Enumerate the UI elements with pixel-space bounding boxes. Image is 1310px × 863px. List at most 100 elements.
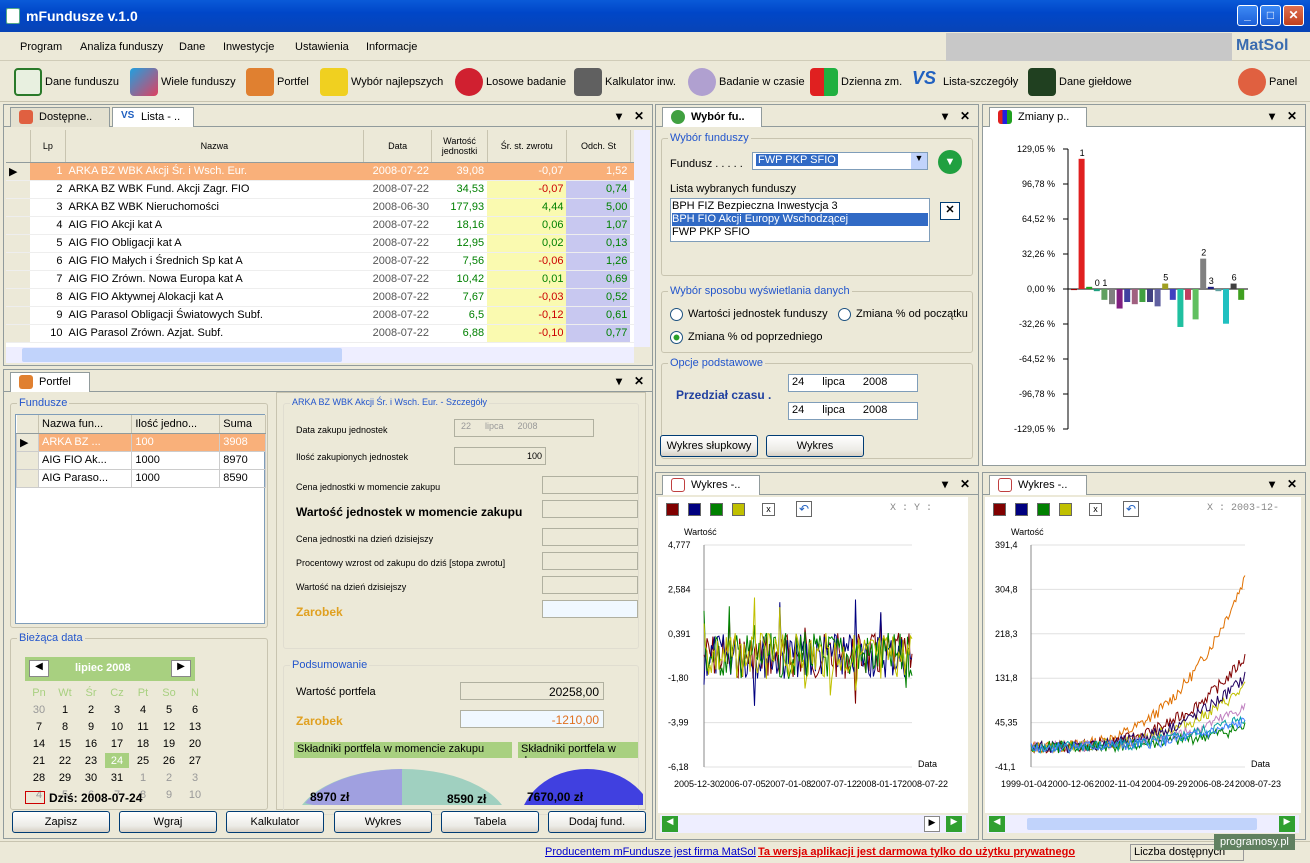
- calendar-day[interactable]: 10: [105, 719, 129, 734]
- ilosc-field[interactable]: 100: [454, 447, 546, 465]
- table-row[interactable]: ▶ 1 ARKA BZ WBK Akcji Śr. i Wsch. Eur. 2008…: [6, 162, 634, 181]
- panel-menu-icon[interactable]: ▾: [942, 109, 948, 123]
- scroll-end-icon[interactable]: ▶: [946, 816, 962, 832]
- calendar-day[interactable]: 2: [157, 770, 181, 785]
- menu-informacje[interactable]: Informacje: [366, 41, 417, 53]
- clear-icon[interactable]: x: [1089, 503, 1102, 516]
- col-data[interactable]: Data: [363, 130, 433, 163]
- table-row[interactable]: ▶ ARKA BZ ... 100 3908: [16, 432, 266, 452]
- tab-wykres2[interactable]: Wykres -..: [989, 475, 1087, 495]
- tool-lista[interactable]: VS Lista-szczegóły: [912, 62, 1018, 102]
- series-color-1[interactable]: [993, 503, 1006, 516]
- menu-inwestycje[interactable]: Inwestycje: [223, 41, 274, 53]
- panel-close-icon[interactable]: ✕: [960, 477, 970, 491]
- list-item[interactable]: BPH FIO Akcji Europy Wschodzącej: [672, 213, 928, 226]
- panel-close-icon[interactable]: ✕: [1287, 477, 1297, 491]
- wykres2-scrollbar[interactable]: ◀ ▶: [987, 815, 1299, 833]
- col-odch[interactable]: Odch. St: [566, 130, 631, 163]
- table-row[interactable]: 10 AIG Parasol Zrówn. Azjat. Subf. 2008-07…: [6, 324, 634, 343]
- panel-menu-icon[interactable]: ▾: [942, 477, 948, 491]
- series-color-4[interactable]: [732, 503, 745, 516]
- tab-lista[interactable]: VS Lista - ..: [112, 107, 194, 127]
- panel-close-icon[interactable]: ✕: [1287, 109, 1297, 123]
- calendar-day[interactable]: 16: [79, 736, 103, 751]
- calendar-day[interactable]: 24: [105, 753, 129, 768]
- undo-icon[interactable]: ↶: [796, 501, 812, 517]
- close-button[interactable]: ✕: [1283, 5, 1304, 26]
- calendar-day[interactable]: 5: [157, 702, 181, 717]
- calendar-day[interactable]: 20: [183, 736, 207, 751]
- menu-ustawienia[interactable]: Ustawienia: [295, 41, 349, 53]
- col-lp[interactable]: Lp: [30, 130, 67, 163]
- table-row[interactable]: 2 ARKA BZ WBK Fund. Akcji Zagr. FIO 2008-0…: [6, 180, 634, 199]
- radio-zmiana-poprzedni[interactable]: [670, 331, 683, 344]
- wykres1-scrollbar[interactable]: ◀ ▶ ▶: [660, 815, 966, 833]
- horizontal-scrollbar[interactable]: [6, 347, 634, 363]
- calendar-day[interactable]: 9: [79, 719, 103, 734]
- lista-wybranych[interactable]: BPH FIZ Bezpieczna Inwestycja 3 BPH FIO …: [670, 198, 930, 242]
- scroll-thumb[interactable]: [1027, 818, 1257, 830]
- panel-close-icon[interactable]: ✕: [634, 374, 644, 388]
- fundusz-select[interactable]: FWP PKP SFIO ▼: [752, 152, 928, 170]
- calendar-grid[interactable]: Pn Wt Śr Cz Pt So N 30 1 2 3 4 5 6 7 8 9 10 11 12 13 14 15 16 17…: [25, 683, 209, 804]
- calendar-day[interactable]: 4: [131, 702, 155, 717]
- calendar-day[interactable]: 1: [53, 702, 77, 717]
- series-color-2[interactable]: [688, 503, 701, 516]
- vertical-scrollbar[interactable]: [634, 130, 650, 347]
- date-to-picker[interactable]: 24 lipca 2008: [788, 402, 918, 420]
- table-row[interactable]: 9 AIG Parasol Obligacji Światowych Subf. 2…: [6, 306, 634, 325]
- table-row[interactable]: 5 AIG FIO Obligacji kat A 2008-07-22 12,95 0…: [6, 234, 634, 253]
- tab-portfel[interactable]: Portfel: [10, 372, 90, 392]
- calendar-day[interactable]: 9: [157, 787, 181, 802]
- calendar-day[interactable]: 26: [157, 753, 181, 768]
- series-color-1[interactable]: [666, 503, 679, 516]
- calendar-day[interactable]: 21: [27, 753, 51, 768]
- wgraj-button[interactable]: Wgraj: [119, 811, 217, 833]
- remove-fund-icon[interactable]: ✕: [940, 202, 960, 220]
- radio-wartosci[interactable]: [670, 308, 683, 321]
- producer-link[interactable]: Producentem mFundusze jest firma MatSol: [545, 846, 756, 858]
- col-nazwa[interactable]: Nazwa: [65, 130, 364, 163]
- scroll-end-icon[interactable]: ▶: [1279, 816, 1295, 832]
- series-color-3[interactable]: [710, 503, 723, 516]
- tab-wykres1[interactable]: Wykres -..: [662, 475, 760, 495]
- undo-icon[interactable]: ↶: [1123, 501, 1139, 517]
- add-fund-icon[interactable]: ▼: [938, 150, 962, 174]
- tool-kalkulator[interactable]: Kalkulator inw.: [574, 62, 676, 102]
- calendar-day[interactable]: 7: [27, 719, 51, 734]
- tool-losowe[interactable]: Losowe badanie: [455, 62, 566, 102]
- table-row[interactable]: 6 AIG FIO Małych i Średnich Sp kat A 2008-…: [6, 252, 634, 271]
- calendar-day[interactable]: 31: [105, 770, 129, 785]
- tab-dostepne[interactable]: Dostępne..: [10, 107, 110, 127]
- tool-wiele-funduszy[interactable]: Wiele funduszy: [130, 62, 236, 102]
- next-month-icon[interactable]: ▶: [171, 660, 191, 677]
- menu-dane[interactable]: Dane: [179, 41, 205, 53]
- tool-panel[interactable]: Panel: [1238, 62, 1297, 102]
- license-link[interactable]: Ta wersja aplikacji jest darmowa tylko d…: [758, 846, 1075, 858]
- calendar-day[interactable]: 2: [79, 702, 103, 717]
- series-color-4[interactable]: [1059, 503, 1072, 516]
- panel-close-icon[interactable]: ✕: [634, 109, 644, 123]
- calendar-day[interactable]: 6: [183, 702, 207, 717]
- wykres-button[interactable]: Wykres: [334, 811, 432, 833]
- calendar-day[interactable]: 14: [27, 736, 51, 751]
- panel-menu-icon[interactable]: ▾: [1269, 477, 1275, 491]
- date-from-picker[interactable]: 24 lipca 2008: [788, 374, 918, 392]
- col-suma[interactable]: Suma: [219, 415, 266, 434]
- calendar-day[interactable]: 3: [183, 770, 207, 785]
- table-row[interactable]: 7 AIG FIO Zrówn. Nowa Europa kat A 2008-07…: [6, 270, 634, 289]
- calendar-day[interactable]: 15: [53, 736, 77, 751]
- tabela-button[interactable]: Tabela: [441, 811, 539, 833]
- series-color-2[interactable]: [1015, 503, 1028, 516]
- kalkulator-button[interactable]: Kalkulator: [226, 811, 324, 833]
- minimize-button[interactable]: _: [1237, 5, 1258, 26]
- scroll-left-icon[interactable]: ◀: [989, 816, 1005, 832]
- clear-icon[interactable]: x: [762, 503, 775, 516]
- radio-zmiana-poczatek[interactable]: [838, 308, 851, 321]
- calendar-day[interactable]: 17: [105, 736, 129, 751]
- prev-month-icon[interactable]: ◀: [29, 660, 49, 677]
- calendar-day[interactable]: 22: [53, 753, 77, 768]
- calendar-day[interactable]: 23: [79, 753, 103, 768]
- wykres-button-2[interactable]: Wykres: [766, 435, 864, 457]
- list-item[interactable]: FWP PKP SFIO: [672, 226, 928, 239]
